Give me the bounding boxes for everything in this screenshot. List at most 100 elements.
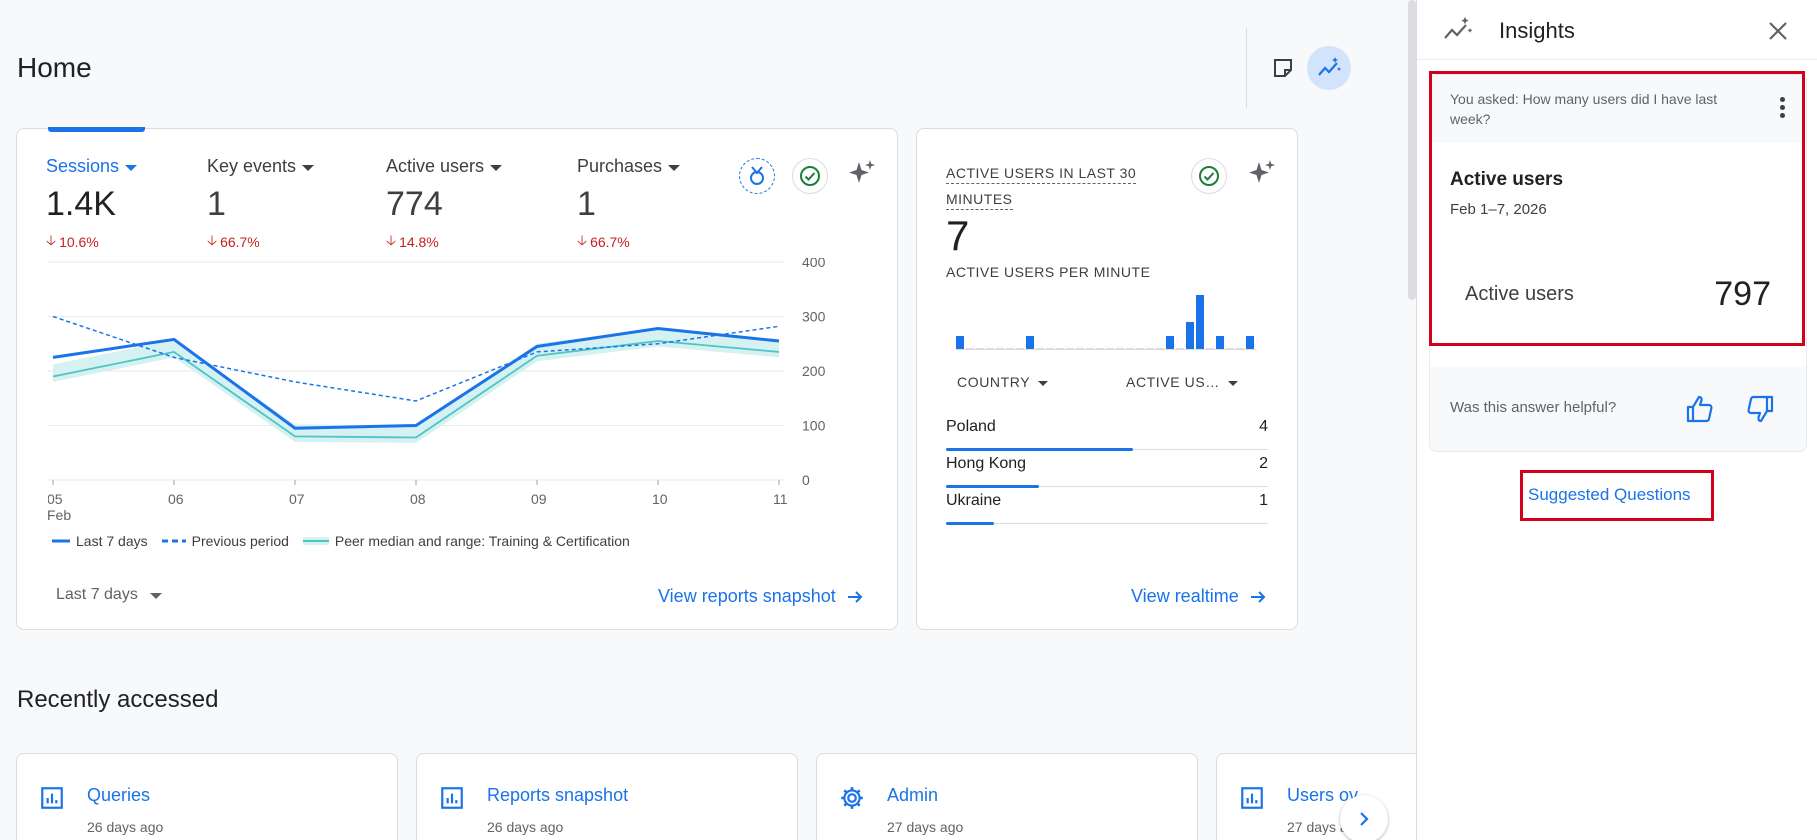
recent-title: Reports snapshot (487, 785, 629, 805)
chart-icon (441, 787, 463, 809)
insights-toggle-icon[interactable] (1307, 46, 1351, 90)
legend-current: Last 7 days (52, 533, 148, 549)
metric-change: 10.6% (59, 234, 99, 250)
realtime-heading[interactable]: ACTIVE USERS IN LAST 30 MINUTES (946, 160, 1137, 212)
recent-card-admin[interactable]: Admin 27 days ago (816, 753, 1198, 840)
view-reports-snapshot-link[interactable]: View reports snapshot (658, 586, 864, 607)
realtime-count: 7 (946, 212, 970, 259)
per-minute-bar (1036, 348, 1044, 349)
country-users: 2 (1259, 455, 1268, 472)
chart-legend: Last 7 days Previous period Peer median … (52, 533, 630, 549)
x-tick-label: 07 (289, 491, 305, 507)
users-column-dropdown[interactable]: ACTIVE US… (1126, 374, 1238, 390)
insights-header: Insights (1417, 0, 1817, 60)
legend-label: Last 7 days (76, 533, 148, 549)
recent-time: 27 days a (1287, 819, 1348, 835)
link-label: View reports snapshot (658, 586, 836, 606)
thumb-down-icon[interactable] (1742, 391, 1778, 427)
arrow-right-icon (847, 590, 863, 603)
page-title: Home (17, 52, 92, 83)
main-scrollbar[interactable] (1408, 0, 1416, 300)
per-minute-bar (1076, 348, 1084, 349)
arrow-down-icon: 🡣 (386, 232, 397, 248)
metric-change: 66.7% (590, 234, 630, 250)
carousel-next-button[interactable] (1340, 795, 1388, 840)
benchmark-icon[interactable] (739, 158, 775, 194)
chevron-down-icon (668, 164, 681, 171)
date-range-dropdown[interactable]: Last 7 days (56, 586, 162, 604)
per-minute-bar (1196, 295, 1204, 349)
metric-purchases[interactable]: Purchases 1 🡣 66.7% (577, 156, 681, 254)
chevron-down-icon (302, 164, 315, 171)
recent-card-reports-snapshot[interactable]: Reports snapshot 26 days ago (416, 753, 798, 840)
check-circle-icon[interactable] (1191, 158, 1227, 194)
highlight-box-suggested (1520, 470, 1714, 521)
legend-previous: Previous period (161, 533, 289, 549)
chevron-down-icon (1227, 380, 1238, 386)
per-minute-bar (1186, 322, 1194, 349)
insights-title: Insights (1499, 18, 1575, 43)
check-circle-icon[interactable] (792, 158, 828, 194)
recent-time: 26 days ago (87, 819, 164, 835)
notes-icon[interactable] (1261, 46, 1305, 90)
sparkle-icon[interactable] (1246, 158, 1278, 190)
per-minute-bar (1236, 348, 1244, 349)
recent-time: 27 days ago (887, 819, 964, 835)
per-minute-bar (1046, 348, 1054, 349)
recent-title: Admin (887, 785, 939, 805)
country-row[interactable]: Poland 4 (946, 414, 1268, 451)
link-label: View realtime (1131, 586, 1239, 606)
per-minute-bar (1176, 348, 1184, 349)
per-minute-bar (1246, 335, 1254, 349)
x-tick-label: 10 (652, 491, 668, 507)
metric-active-users[interactable]: Active users 774 🡣 14.8% (386, 156, 503, 254)
recent-time: 26 days ago (487, 819, 564, 835)
per-minute-bar (1066, 348, 1074, 349)
recent-card-queries[interactable]: Queries 26 days ago (16, 753, 398, 840)
y-tick-label: 400 (802, 258, 826, 270)
chevron-down-icon (149, 593, 162, 599)
arrow-down-icon: 🡣 (46, 232, 57, 248)
per-minute-bar (1136, 348, 1144, 349)
country-name: Ukraine (946, 492, 1002, 509)
legend-peer: Peer median and range: Training & Certif… (302, 533, 630, 549)
per-minute-bar (956, 335, 964, 349)
country-row[interactable]: Hong Kong 2 (946, 451, 1268, 488)
main-content: Home Sessions 1.4K 🡣 10.6% Key events 1 🡣… (0, 0, 1416, 840)
per-minute-bar (1206, 348, 1214, 349)
per-minute-bar (1106, 348, 1114, 349)
x-tick-label: 11 (773, 491, 788, 507)
country-name: Hong Kong (946, 455, 1027, 472)
arrow-right-icon (1250, 590, 1266, 603)
x-tick-sublabel: Feb (48, 507, 71, 520)
per-minute-bar-chart (956, 290, 1256, 350)
realtime-heading-line1: ACTIVE USERS IN LAST 30 (946, 165, 1137, 184)
legend-label: Previous period (191, 533, 289, 549)
view-realtime-link[interactable]: View realtime (1131, 586, 1267, 607)
y-tick-label: 200 (802, 363, 826, 379)
country-name: Poland (946, 418, 996, 435)
per-minute-bar (1146, 348, 1154, 349)
per-minute-bar (1126, 348, 1134, 349)
per-minute-bar (1006, 348, 1014, 349)
thumb-up-icon[interactable] (1682, 391, 1718, 427)
country-users: 1 (1259, 492, 1268, 509)
per-minute-bar (1016, 348, 1024, 349)
close-icon[interactable] (1767, 20, 1789, 42)
per-minute-bar (986, 348, 994, 349)
country-column-dropdown[interactable]: COUNTRY (957, 374, 1049, 390)
metric-label: Purchases (577, 156, 663, 176)
metric-sessions[interactable]: Sessions 1.4K 🡣 10.6% (46, 156, 138, 254)
feedback-prompt: Was this answer helpful? (1450, 399, 1617, 416)
country-share-bar (946, 522, 995, 525)
metric-value: 1.4K (46, 185, 116, 223)
realtime-heading-line2: MINUTES (946, 191, 1013, 210)
country-row[interactable]: Ukraine 1 (946, 488, 1268, 525)
sparkle-icon[interactable] (846, 158, 878, 190)
metric-value: 1 (577, 185, 596, 223)
metric-label: Sessions (46, 156, 120, 176)
metric-key-events[interactable]: Key events 1 🡣 66.7% (207, 156, 315, 254)
highlight-box-answer (1429, 71, 1805, 346)
y-tick-label: 0 (802, 472, 810, 488)
metric-label: Active users (386, 156, 485, 176)
